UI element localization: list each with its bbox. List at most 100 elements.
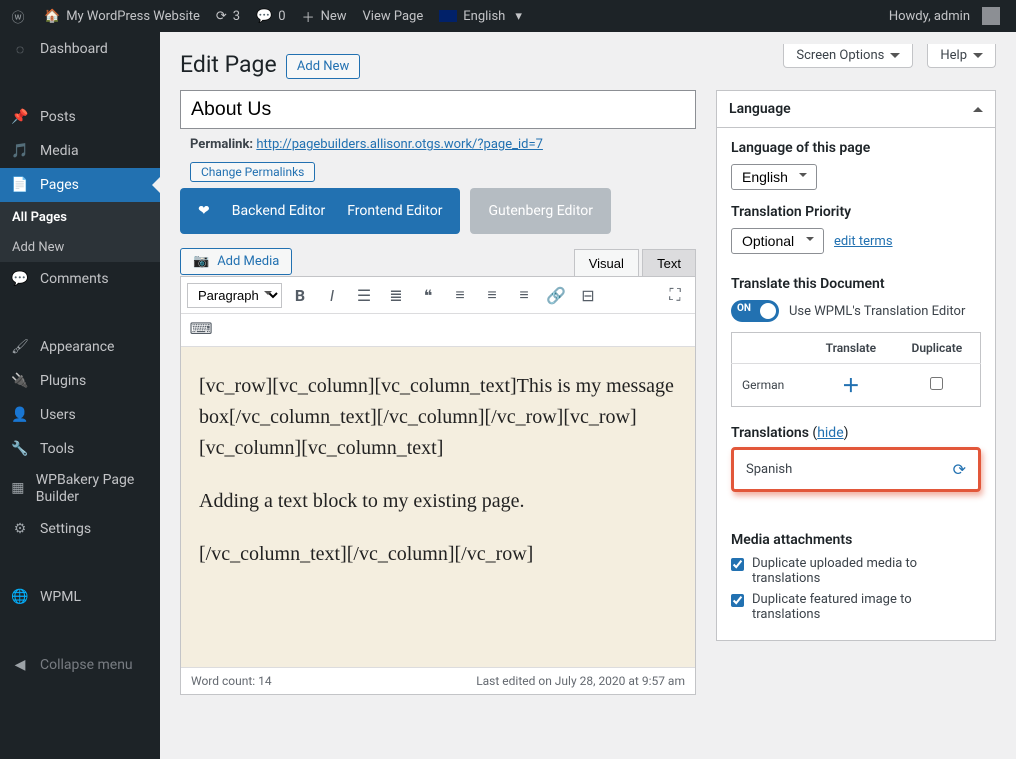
change-permalinks-button[interactable]: Change Permalinks [190, 162, 315, 182]
sliders-icon: ⚙ [10, 521, 30, 537]
spanish-label: Spanish [746, 462, 792, 477]
post-title-input[interactable] [180, 90, 696, 129]
add-new-button[interactable]: Add New [286, 54, 360, 79]
collapse-icon [973, 102, 983, 112]
menu-plugins-label: Plugins [40, 373, 86, 389]
fullscreen-button[interactable]: ⛶ [661, 281, 689, 309]
menu-pages[interactable]: 📄 Pages [0, 168, 160, 202]
keyboard-button[interactable]: ⌨ [187, 314, 215, 342]
globe-icon: 🌐 [10, 589, 30, 605]
blockquote-button[interactable]: ❝ [414, 281, 442, 309]
updates[interactable]: ⟳3 [208, 0, 248, 32]
new-content[interactable]: ＋ New [294, 0, 355, 32]
text-tab[interactable]: Text [642, 249, 696, 276]
wpml-editor-toggle[interactable]: ON [731, 300, 779, 322]
plus-icon: ＋ [302, 7, 315, 26]
permalink-url[interactable]: http://pagebuilders.allisonr.otgs.work/?… [256, 137, 543, 152]
link-button[interactable]: 🔗 [542, 281, 570, 309]
language-switcher[interactable]: English▾ [431, 0, 530, 32]
gutenberg-editor-tab[interactable]: Gutenberg Editor [470, 188, 611, 234]
menu-posts[interactable]: 📌Posts [0, 100, 160, 134]
my-account[interactable]: Howdy, admin [881, 0, 1008, 32]
hide-translations-link[interactable]: hide [817, 425, 843, 441]
align-right-button[interactable]: ≡ [510, 281, 538, 309]
wrench-icon: 🔧 [10, 441, 30, 457]
translate-doc-label: Translate this Document [731, 276, 981, 292]
menu-comments[interactable]: 💬Comments [0, 262, 160, 296]
dup-uploaded-checkbox[interactable] [731, 558, 744, 571]
menu-plugins[interactable]: 🔌 Plugins [0, 364, 160, 398]
number-list-button[interactable]: ≣ [382, 281, 410, 309]
submenu-all-pages[interactable]: All Pages [0, 202, 160, 232]
refresh-icon[interactable]: ⟳ [953, 460, 966, 479]
readmore-button[interactable]: ⊟ [574, 281, 602, 309]
collapse-label: Collapse menu [40, 657, 133, 673]
bullet-list-button[interactable]: ☰ [350, 281, 378, 309]
collapse-menu[interactable]: ◀ Collapse menu [0, 648, 160, 682]
translation-priority-select[interactable]: Optional [731, 228, 824, 254]
dup-featured-checkbox[interactable] [731, 594, 744, 607]
translations-heading: Translations [731, 425, 809, 441]
menu-dashboard[interactable]: ◌Dashboard [0, 32, 160, 66]
home-icon: 🏠 [44, 9, 60, 24]
th-duplicate: Duplicate [894, 333, 981, 364]
add-media-button[interactable]: 📷Add Media [180, 248, 292, 275]
chevron-down-icon [973, 53, 983, 63]
frontend-editor-tab[interactable]: Frontend Editor [347, 203, 442, 219]
format-select[interactable]: Paragraph [187, 283, 282, 308]
permalink-row: Permalink: http://pagebuilders.allisonr.… [180, 129, 696, 156]
collapse-icon: ◀ [10, 657, 30, 673]
pin-icon: 📌 [10, 109, 30, 125]
spanish-translation-row[interactable]: Spanish ⟳ [731, 447, 981, 492]
language-box-title: Language [729, 101, 791, 117]
menu-users[interactable]: 👤Users [0, 398, 160, 432]
edit-terms-link[interactable]: edit terms [834, 234, 893, 249]
align-left-button[interactable]: ≡ [446, 281, 474, 309]
visual-tab[interactable]: Visual [574, 249, 639, 276]
editor-content-area[interactable]: [vc_row][vc_column][vc_column_text]This … [181, 347, 695, 667]
plugin-icon: 🔌 [10, 373, 30, 389]
update-icon: ⟳ [216, 9, 227, 24]
updates-count: 3 [233, 9, 240, 24]
duplicate-german-checkbox[interactable] [930, 377, 943, 390]
backend-editor-tab[interactable]: Backend Editor [232, 203, 325, 219]
language-box-header[interactable]: Language [717, 91, 995, 128]
site-home[interactable]: 🏠 My WordPress Website [36, 0, 208, 32]
menu-wpml-label: WPML [40, 589, 81, 605]
lang-of-page-label: Language of this page [731, 140, 981, 156]
comments-bubble[interactable]: 💬0 [248, 0, 294, 32]
wp-logo[interactable]: ⓦ [0, 0, 36, 32]
menu-pages-label: Pages [40, 177, 79, 193]
bold-button[interactable]: B [286, 281, 314, 309]
menu-settings[interactable]: ⚙ Settings [0, 512, 160, 546]
italic-button[interactable]: I [318, 281, 346, 309]
toggle-on-label: ON [737, 303, 751, 314]
menu-settings-label: Settings [40, 521, 91, 537]
menu-wpml[interactable]: 🌐 WPML [0, 580, 160, 614]
wpbakery-icon: ▦ [10, 480, 26, 497]
tinymce-toolbar: Paragraph B I ☰ ≣ ❝ ≡ ≡ ≡ 🔗 ⊟ ⛶ [181, 277, 695, 314]
menu-tools[interactable]: 🔧Tools [0, 432, 160, 466]
menu-comments-label: Comments [40, 271, 109, 287]
help-label: Help [940, 48, 967, 63]
th-translate: Translate [808, 333, 894, 364]
align-center-button[interactable]: ≡ [478, 281, 506, 309]
comment-icon: 💬 [256, 9, 272, 24]
page-heading: Edit Page [180, 42, 277, 82]
view-page[interactable]: View Page [355, 0, 432, 32]
menu-wpbakery[interactable]: ▦WPBakery Page Builder [0, 466, 160, 512]
page-language-select[interactable]: English [731, 164, 817, 190]
pages-icon: 📄 [10, 177, 30, 193]
site-title: My WordPress Website [66, 9, 200, 24]
editor-statusbar: Word count: 14 Last edited on July 28, 2… [181, 667, 695, 694]
help-toggle[interactable]: Help [927, 44, 996, 68]
content-paragraph-1: [vc_row][vc_column][vc_column_text]This … [199, 371, 677, 464]
screen-options-toggle[interactable]: Screen Options [783, 44, 913, 68]
priority-label: Translation Priority [731, 204, 981, 220]
media-attachments-heading: Media attachments [731, 532, 981, 548]
submenu-add-new[interactable]: Add New [0, 232, 160, 262]
new-label: New [321, 9, 347, 24]
translate-german-button[interactable]: ＋ [842, 376, 860, 397]
menu-appearance[interactable]: 🖌Appearance [0, 330, 160, 364]
menu-media[interactable]: 🎵Media [0, 134, 160, 168]
